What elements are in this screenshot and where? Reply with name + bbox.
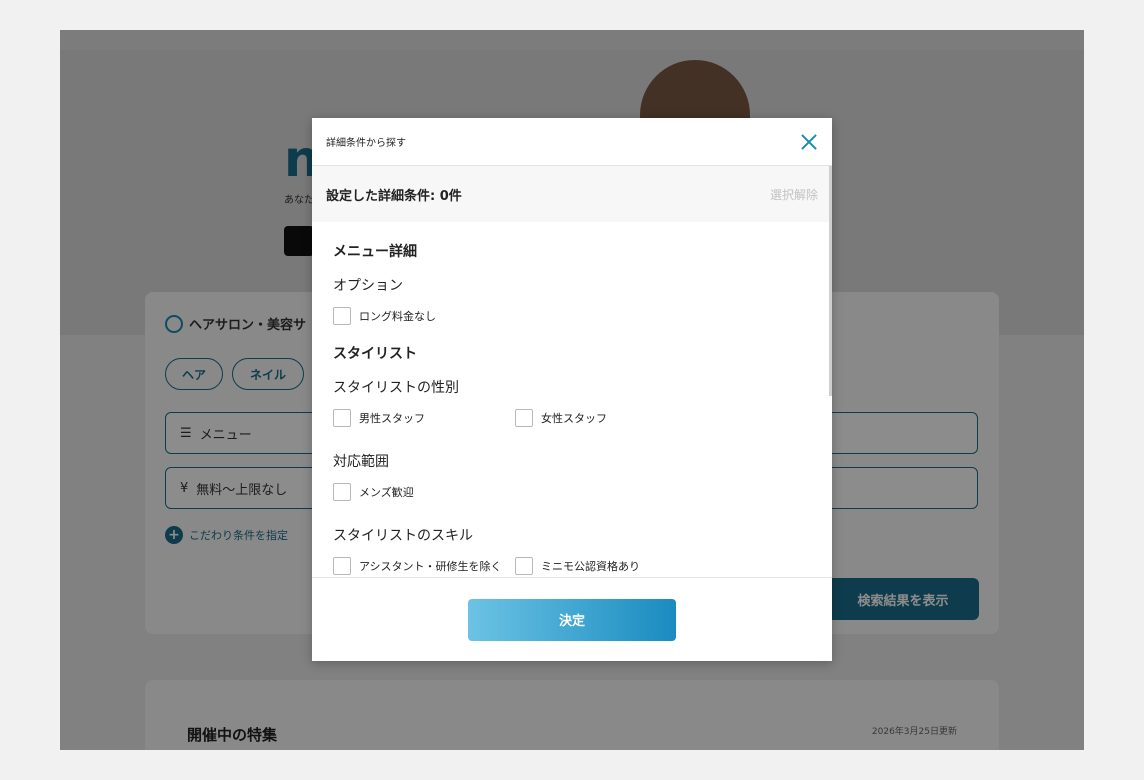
checkbox-long-no-charge[interactable]: ロング料金なし [333,307,515,325]
section-title-menu: メニュー詳細 [333,244,417,260]
checkbox-female-staff[interactable]: 女性スタッフ [515,409,697,427]
checkbox-box[interactable] [333,557,351,575]
option-list: ロング料金なし [333,307,811,325]
group-title-skill: スタイリストのスキル [333,528,473,544]
skill-list: アシスタント・研修生を除く ミニモ公認資格あり [333,557,811,575]
checkbox-label: ミニモ公認資格あり [541,560,640,573]
detail-conditions-modal: 詳細条件から探す 設定した詳細条件: 0件 選択解除 メニュー詳細 オプション … [312,118,832,661]
checkbox-label: アシスタント・研修生を除く [359,560,502,573]
group-title-range: 対応範囲 [333,454,389,470]
checkbox-label: 男性スタッフ [359,412,425,425]
checkbox-box[interactable] [515,409,533,427]
modal-body[interactable]: メニュー詳細 オプション ロング料金なし スタイリスト スタイリストの性別 男性… [312,223,832,578]
section-title-stylist: スタイリスト [333,346,417,362]
close-icon[interactable] [800,133,818,151]
range-list: メンズ歓迎 [333,483,811,501]
checkbox-male-staff[interactable]: 男性スタッフ [333,409,515,427]
modal-title: 詳細条件から探す [326,138,406,149]
gender-list: 男性スタッフ 女性スタッフ [333,409,811,427]
selected-count-label: 設定した詳細条件: 0件 [326,188,462,204]
group-title-gender: スタイリストの性別 [333,380,459,396]
modal-scrollbar[interactable] [829,166,832,396]
checkbox-box[interactable] [333,483,351,501]
checkbox-label: 女性スタッフ [541,412,607,425]
modal-footer: 決定 [312,577,832,661]
checkbox-box[interactable] [333,409,351,427]
selected-summary: 設定した詳細条件: 0件 選択解除 [312,166,832,222]
checkbox-exclude-assistant[interactable]: アシスタント・研修生を除く [333,557,515,575]
checkbox-box[interactable] [333,307,351,325]
group-title-option: オプション [333,278,403,294]
checkbox-box[interactable] [515,557,533,575]
submit-button[interactable]: 決定 [468,598,676,641]
clear-selection-button[interactable]: 選択解除 [770,186,818,203]
checkbox-label: メンズ歓迎 [359,486,414,499]
checkbox-minimo-certified[interactable]: ミニモ公認資格あり [515,557,697,575]
checkbox-label: ロング料金なし [359,310,436,323]
checkbox-mens-welcome[interactable]: メンズ歓迎 [333,483,515,501]
modal-header: 詳細条件から探す [312,118,832,166]
